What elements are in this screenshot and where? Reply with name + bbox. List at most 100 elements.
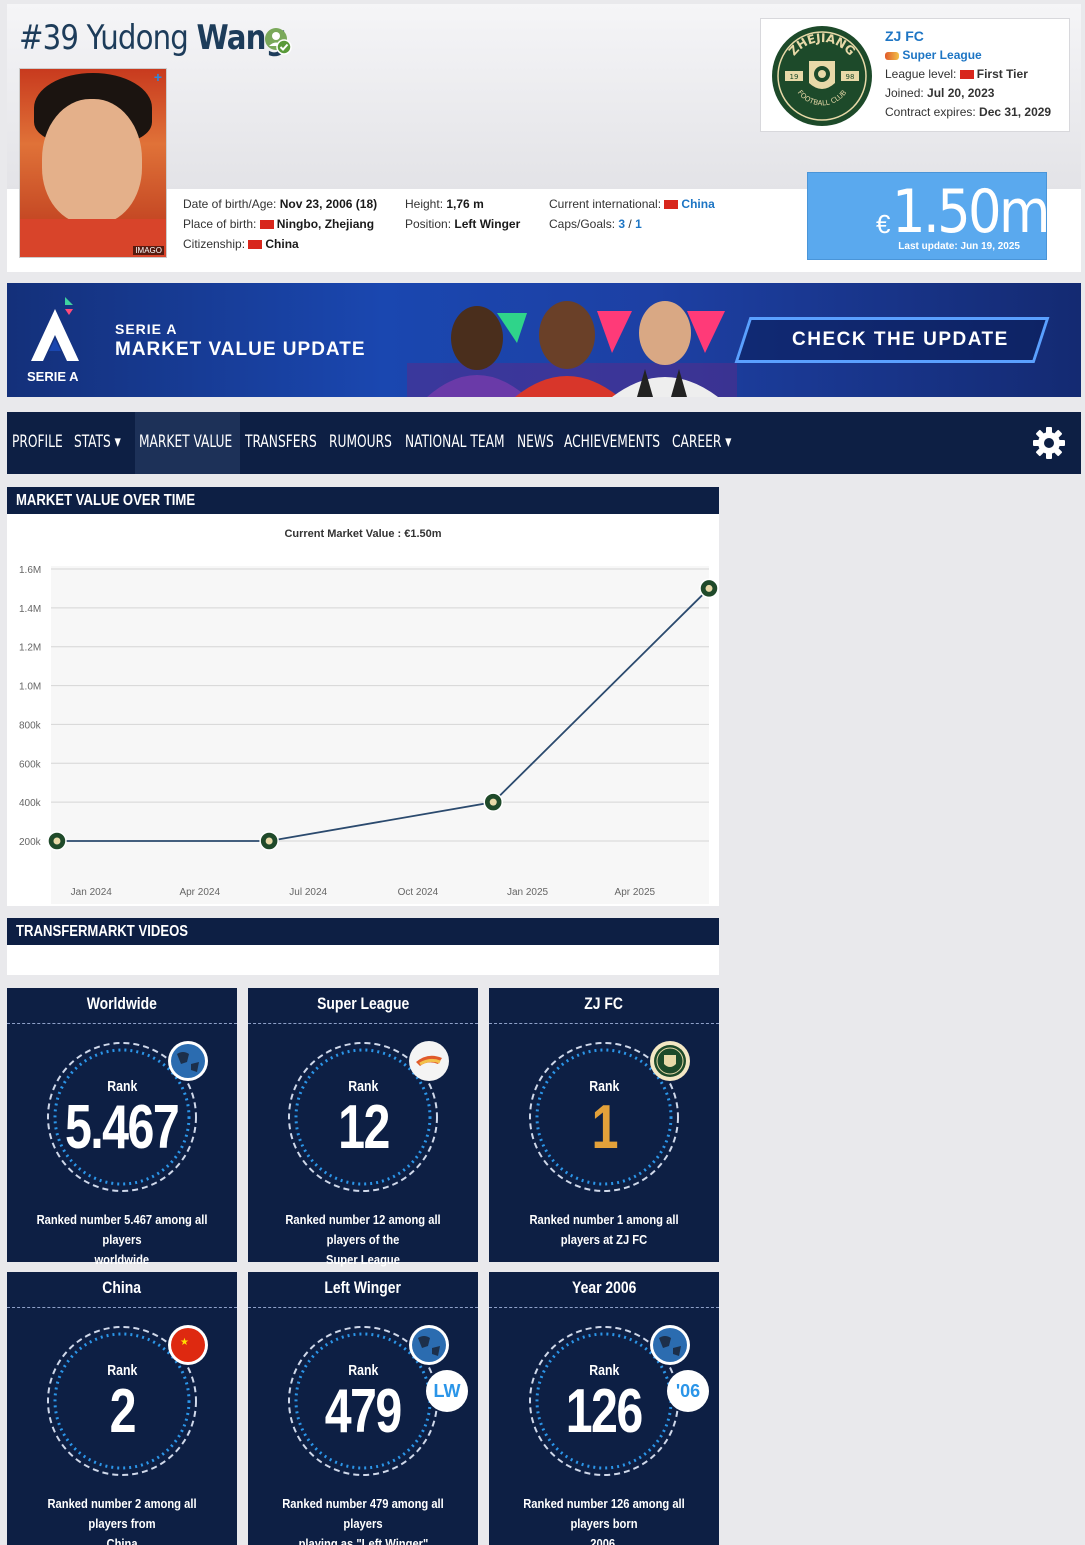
china-flag-icon: ★	[168, 1325, 208, 1365]
mv-chart: Current Market Value : €1.50m 200k 400k 60…	[7, 514, 719, 906]
rank-card[interactable]: ZJ FC Rank 1 Ranked number 1 among all p…	[489, 988, 719, 1262]
player-header: #39 Yudong Wang + IMAGO Date of birth/Ag…	[7, 4, 1081, 272]
y-tick-label: 600k	[19, 759, 42, 770]
nav-career[interactable]: CAREER ▾	[672, 432, 731, 452]
caps-label: Caps/Goals:	[549, 217, 616, 231]
rank-card[interactable]: China Rank 2 ★ Ranked number 2 among all…	[7, 1272, 237, 1545]
club-logo-icon[interactable]: ZHEJIANG FOOTBALL CLUB 19 98	[771, 25, 873, 127]
y-tick-label: 1.4M	[19, 604, 41, 615]
rank-card-title: China	[102, 1278, 142, 1297]
rank-card[interactable]: Year 2006 Rank 126 '06 Ranked number 126…	[489, 1272, 719, 1545]
joined-label: Joined:	[885, 86, 924, 100]
divider	[248, 1307, 478, 1308]
y-tick-label: 1.6M	[19, 565, 41, 576]
nav-stats[interactable]: STATS ▾	[74, 432, 121, 452]
goals-link[interactable]: 1	[635, 217, 642, 231]
player-info-col1: Date of birth/Age: Nov 23, 2006 (18) Pla…	[183, 194, 377, 254]
mv-chart-svg: 200k 400k 600k 800k 1.0M 1.2M 1.4M 1.6M Jan 2024…	[19, 565, 719, 904]
videos-box	[7, 945, 719, 975]
nav-market-value[interactable]: MARKET VALUE	[139, 432, 232, 452]
divider	[248, 1023, 478, 1024]
nav-profile[interactable]: PROFILE	[12, 432, 63, 452]
x-tick-label: Jan 2025	[507, 887, 549, 898]
rank-description: Ranked number 5.467 among all players wor…	[36, 1212, 208, 1267]
serie-a-logo-icon	[31, 297, 79, 361]
china-flag-icon	[248, 240, 263, 250]
player-info-col3: Current international: China Caps/Goals:…	[549, 197, 715, 231]
rank-description: Ranked number 479 among all players playi…	[282, 1496, 444, 1545]
rank-number: 12	[337, 1093, 390, 1162]
plot-area	[51, 566, 709, 904]
first-name: Yudong	[86, 18, 189, 58]
nav-rumours[interactable]: RUMOURS	[329, 432, 392, 452]
gear-icon[interactable]	[1032, 426, 1066, 460]
position-value: Left Winger	[454, 217, 521, 231]
rank-card[interactable]: Super League Rank 12 Ranked number 12 am…	[248, 988, 478, 1267]
y-tick-label: 1.2M	[19, 643, 41, 654]
svg-text:98: 98	[846, 73, 855, 81]
nav-achievements[interactable]: ACHIEVEMENTS	[564, 432, 660, 452]
divider	[489, 1023, 719, 1024]
data-point-marker-inner	[265, 837, 273, 845]
league-link[interactable]: Super League	[902, 48, 981, 62]
player-photo[interactable]: + IMAGO	[19, 68, 167, 258]
rank-number: 1	[591, 1093, 618, 1162]
nav-news[interactable]: NEWS	[517, 432, 554, 452]
rank-description: Ranked number 126 among all players born…	[523, 1496, 685, 1545]
china-flag-icon	[959, 70, 974, 80]
height-value: 1,76 m	[446, 197, 484, 211]
divider	[7, 1023, 237, 1024]
rank-card-title: Year 2006	[571, 1278, 637, 1297]
pob-value: Ningbo, Zhejiang	[276, 217, 375, 231]
rank-card[interactable]: Worldwide Rank 5.467 Ranked number 5.467…	[7, 988, 237, 1267]
rank-number: 2	[109, 1377, 136, 1446]
club-name-link[interactable]: ZJ FC	[885, 27, 1051, 46]
height-label: Height:	[405, 197, 444, 211]
serie-a-logo-text: SERIE A	[27, 369, 79, 384]
caps-link[interactable]: 3	[618, 217, 625, 231]
intl-link[interactable]: China	[681, 197, 714, 211]
verified-icon	[265, 28, 292, 55]
league-level-value: First Tier	[976, 67, 1028, 81]
dob-value: Nov 23, 2006 (18)	[279, 197, 378, 211]
position-label: Position:	[405, 217, 452, 231]
nav-national-team[interactable]: NATIONAL TEAM	[405, 432, 505, 452]
globe-icon	[409, 1325, 449, 1365]
china-flag-icon	[259, 220, 274, 230]
data-point-marker-inner	[53, 837, 61, 845]
rank-sub-badge: '06	[667, 1370, 709, 1412]
league-logo-icon	[409, 1041, 449, 1081]
joined-value: Jul 20, 2023	[927, 86, 995, 100]
rank-description: Ranked number 2 among all players from Ch…	[47, 1496, 197, 1545]
photo-credit: IMAGO	[133, 246, 164, 255]
pob-label: Place of birth:	[183, 217, 257, 231]
rank-description: Ranked number 1 among all players at ZJ …	[529, 1212, 679, 1247]
x-tick-label: Oct 2024	[398, 887, 439, 898]
dob-label: Date of birth/Age:	[183, 197, 277, 211]
rank-sub-badge: LW	[426, 1370, 468, 1412]
serie-a-banner[interactable]: SERIE A SERIE A MARKET VALUE UPDATE CHEC…	[7, 283, 1081, 397]
citizenship-label: Citizenship:	[183, 237, 246, 251]
intl-label: Current international:	[549, 197, 662, 211]
divider	[7, 1307, 237, 1308]
data-point-marker-inner	[705, 584, 713, 592]
rank-card-title: Worldwide	[86, 994, 158, 1013]
player-info-col2: Height: 1,76 m Position: Left Winger	[405, 194, 520, 234]
rank-card[interactable]: Left Winger Rank 479 LW Ranked number 47…	[248, 1272, 478, 1545]
photo-expand-icon[interactable]: +	[154, 69, 162, 85]
market-value-box[interactable]: € 1.50m Last update: Jun 19, 2025	[807, 172, 1050, 260]
contract-value: Dec 31, 2029	[979, 105, 1052, 119]
rank-number: 5.467	[65, 1093, 180, 1162]
x-tick-label: Apr 2024	[179, 887, 220, 898]
player-name: #39 Yudong Wang	[19, 18, 287, 58]
globe-icon	[650, 1325, 690, 1365]
svg-text:19: 19	[790, 73, 799, 81]
nav-transfers[interactable]: TRANSFERS	[245, 432, 317, 452]
check-update-button[interactable]: CHECK THE UPDATE	[792, 329, 1009, 351]
y-tick-label: 400k	[19, 798, 42, 809]
mv-section-title: MARKET VALUE OVER TIME	[7, 487, 719, 514]
club-box: ZHEJIANG FOOTBALL CLUB 19 98 ZJ FC Super…	[760, 18, 1070, 132]
club-info: ZJ FC Super League League level: First T…	[885, 27, 1051, 122]
china-flag-icon	[664, 200, 679, 210]
mv-value: 1.50m	[892, 177, 1050, 247]
